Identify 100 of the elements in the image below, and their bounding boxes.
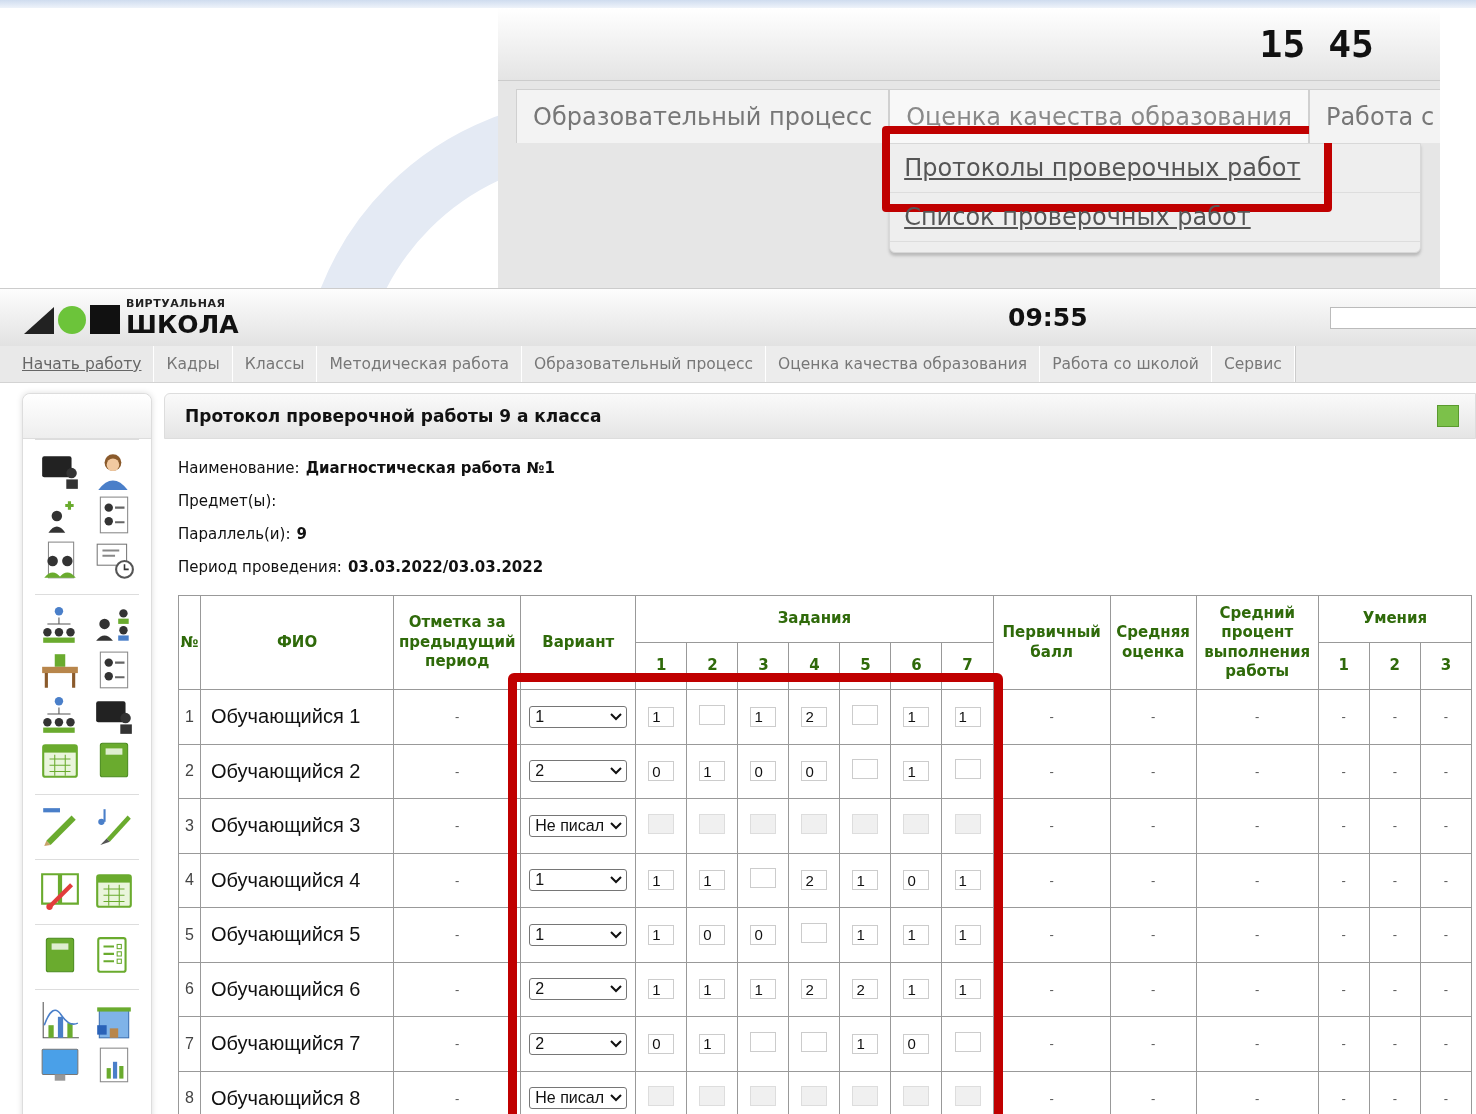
variant-select[interactable]: Не писал xyxy=(529,814,628,837)
score-field[interactable]: 1 xyxy=(903,761,930,782)
variant-select[interactable]: 2 xyxy=(529,1032,628,1055)
score-field[interactable]: 1 xyxy=(954,924,981,945)
table-cell: 6 xyxy=(178,962,201,1017)
score-field[interactable]: 1 xyxy=(954,706,981,727)
table-cell: Обучающийся 6 xyxy=(200,962,394,1017)
column-header: 3 xyxy=(737,642,789,690)
table-cell: - xyxy=(1196,962,1319,1017)
column-header: Умения xyxy=(1318,595,1472,643)
score-field[interactable]: 1 xyxy=(699,1033,726,1054)
score-field[interactable]: 2 xyxy=(801,870,828,891)
score-field[interactable]: 1 xyxy=(852,870,879,891)
score-field[interactable]: 0 xyxy=(903,1033,930,1054)
field-value: 9 xyxy=(296,524,307,543)
score-field[interactable]: 0 xyxy=(750,924,777,945)
table-cell: - xyxy=(1110,853,1197,908)
menu-link[interactable]: Список проверочных работ xyxy=(890,193,1265,241)
table-cell: - xyxy=(1110,798,1197,853)
score-field[interactable]: 0 xyxy=(750,761,777,782)
score-field[interactable]: 2 xyxy=(801,706,828,727)
score-field[interactable] xyxy=(954,759,981,780)
score-field[interactable] xyxy=(801,922,828,943)
table-cell: - xyxy=(1369,962,1421,1017)
score-field[interactable] xyxy=(750,868,777,889)
column-header: Вариант xyxy=(520,595,636,690)
score-field[interactable] xyxy=(750,1031,777,1052)
field-value: Диагностическая работа №1 xyxy=(305,458,555,477)
variant-select[interactable]: 2 xyxy=(529,760,628,783)
score-field[interactable]: 0 xyxy=(699,924,726,945)
table-cell: - xyxy=(1318,853,1370,908)
field-label: Предмет(ы): xyxy=(178,491,277,510)
table-cell: 4 xyxy=(178,853,201,908)
score-field[interactable]: 1 xyxy=(648,924,675,945)
score-field[interactable]: 1 xyxy=(852,1033,879,1054)
variant-select[interactable]: 1 xyxy=(529,923,628,946)
score-field[interactable]: 1 xyxy=(648,870,675,891)
score-field[interactable]: 1 xyxy=(750,706,777,727)
table-cell: 7 xyxy=(178,1016,201,1071)
menu-link[interactable]: Протоколы проверочных работ xyxy=(890,144,1315,192)
table-cell: - xyxy=(1369,1016,1421,1071)
score-field[interactable]: 1 xyxy=(852,924,879,945)
variant-select[interactable]: 2 xyxy=(529,978,628,1001)
menu-tab[interactable]: Работа с xyxy=(1308,89,1440,143)
score-field[interactable] xyxy=(852,759,879,780)
logo-caption: ВИРТУАЛЬНАЯ xyxy=(126,296,227,310)
table-cell: - xyxy=(1318,1016,1370,1071)
table-cell: 8 xyxy=(178,1071,201,1114)
score-field[interactable] xyxy=(801,1031,828,1052)
score-field[interactable]: 2 xyxy=(801,979,828,1000)
column-header: Средняя оценка xyxy=(1110,595,1197,690)
chevron-icon xyxy=(610,712,623,721)
score-field[interactable] xyxy=(954,1031,981,1052)
table-cell: - xyxy=(1369,853,1421,908)
score-field[interactable]: 0 xyxy=(648,1033,675,1054)
table-cell: - xyxy=(393,798,521,853)
score-field[interactable]: 1 xyxy=(954,979,981,1000)
score-field[interactable]: 1 xyxy=(954,870,981,891)
score-field[interactable]: 1 xyxy=(648,979,675,1000)
chevron-icon xyxy=(610,767,623,776)
table-cell: 3 xyxy=(178,798,201,853)
variant-select[interactable]: Не писал xyxy=(529,1087,628,1110)
table-cell: - xyxy=(393,907,521,962)
table-cell: Обучающийся 5 xyxy=(200,907,394,962)
menu-tab[interactable]: Кадры xyxy=(154,346,233,382)
score-field[interactable]: 1 xyxy=(648,706,675,727)
score-field[interactable]: 0 xyxy=(648,761,675,782)
menu-tab[interactable]: Образовательный процесс xyxy=(516,89,890,143)
score-field[interactable]: 1 xyxy=(699,870,726,891)
table-cell: - xyxy=(1369,744,1421,799)
score-field[interactable]: 1 xyxy=(699,761,726,782)
column-header: Средний процент выполнения работы xyxy=(1196,595,1319,690)
score-field[interactable] xyxy=(852,704,879,725)
table-cell: - xyxy=(393,1016,521,1071)
score-field[interactable]: 0 xyxy=(903,870,930,891)
table-cell: - xyxy=(1196,744,1319,799)
score-field[interactable]: 1 xyxy=(903,924,930,945)
score-field[interactable]: 1 xyxy=(699,979,726,1000)
column-header: 4 xyxy=(788,642,840,690)
status-button[interactable] xyxy=(1437,405,1459,427)
score-field[interactable]: 0 xyxy=(801,761,828,782)
table-cell: - xyxy=(1420,744,1472,799)
table-cell: 5 xyxy=(178,907,201,962)
variant-select[interactable]: 1 xyxy=(529,705,628,728)
score-field[interactable]: 1 xyxy=(903,706,930,727)
variant-select[interactable]: 1 xyxy=(529,869,628,892)
chevron-icon xyxy=(610,821,623,830)
score-field[interactable]: 1 xyxy=(903,979,930,1000)
score-field[interactable]: 1 xyxy=(750,979,777,1000)
book-icon[interactable] xyxy=(39,870,81,912)
table-cell: - xyxy=(1420,798,1472,853)
column-header: 1 xyxy=(1318,642,1370,690)
score-field[interactable]: 2 xyxy=(852,979,879,1000)
column-header: 6 xyxy=(890,642,942,690)
table-cell: Обучающийся 4 xyxy=(200,853,394,908)
table-cell: - xyxy=(1369,689,1421,744)
search-field[interactable] xyxy=(1330,306,1476,329)
table-cell: Обучающийся 3 xyxy=(200,798,394,853)
table-cell: - xyxy=(1318,744,1370,799)
score-field[interactable] xyxy=(699,704,726,725)
